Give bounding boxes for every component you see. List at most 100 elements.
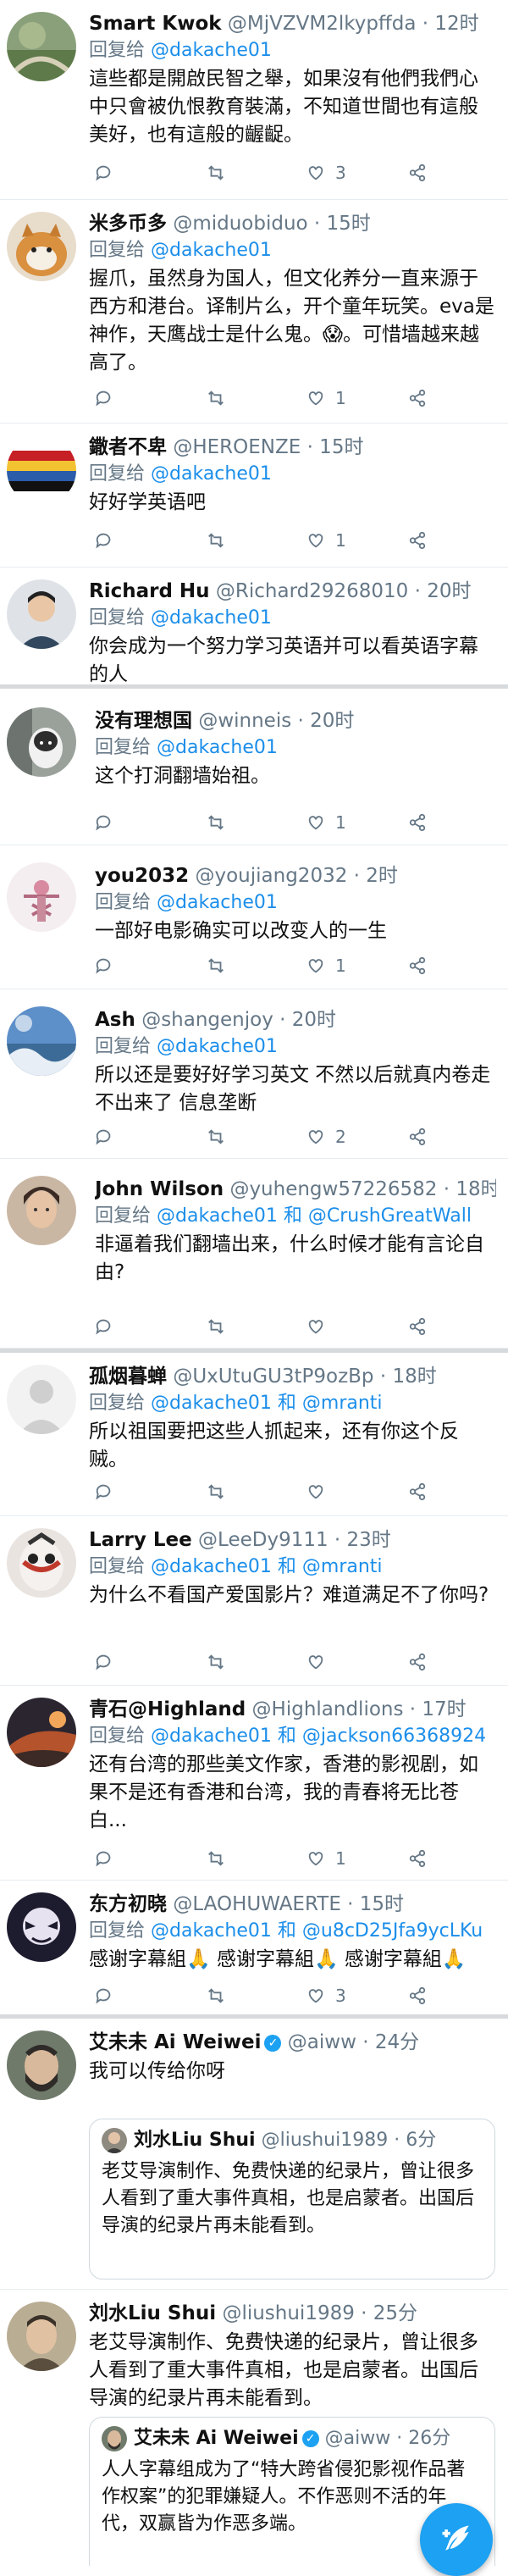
avatar[interactable] xyxy=(7,212,76,281)
reply-button[interactable] xyxy=(95,1313,124,1340)
author-handle[interactable]: @miduobiduo xyxy=(173,213,307,235)
reply-button[interactable] xyxy=(95,1845,124,1872)
timestamp[interactable]: · 15时 xyxy=(314,213,371,235)
retweet-button[interactable] xyxy=(207,527,235,554)
author-handle[interactable]: @MjVZVM2lkypffda xyxy=(228,13,417,35)
author-handle[interactable]: @LeeDy9111 xyxy=(198,1529,329,1551)
mention-link[interactable]: @dakache01 xyxy=(151,40,272,61)
like-button[interactable]: 1 xyxy=(306,527,346,554)
avatar[interactable] xyxy=(7,1698,76,1767)
reply-button[interactable] xyxy=(95,385,124,412)
tweet[interactable]: 东方初晓 @LAOHUWAERTE · 15时 回复给 @dakache01 和… xyxy=(0,1881,508,2014)
tweet[interactable]: John Wilson @yuhengw57226582 · 18时 回复给 @… xyxy=(0,1159,508,1349)
compose-tweet-button[interactable] xyxy=(420,2503,493,2576)
mention-link[interactable]: @mranti xyxy=(302,1393,383,1414)
mention-link[interactable]: @mranti xyxy=(302,1556,383,1577)
mention-link[interactable]: @dakache01 xyxy=(151,1920,272,1942)
like-button[interactable]: 1 xyxy=(306,952,346,979)
avatar[interactable] xyxy=(7,12,76,81)
reply-button[interactable] xyxy=(95,1123,124,1150)
author-handle[interactable]: @winneis xyxy=(198,710,291,732)
avatar[interactable] xyxy=(7,1528,76,1598)
tweet[interactable]: 鏾者不卑 @HEROENZE · 15时 回复给 @dakache01 好好学英… xyxy=(0,424,508,568)
share-button[interactable] xyxy=(408,1313,427,1340)
mention-link[interactable]: @dakache01 xyxy=(157,892,278,913)
avatar[interactable] xyxy=(7,2302,76,2371)
author-handle[interactable]: @youjiang2032 xyxy=(196,865,348,887)
author-name[interactable]: Smart Kwok xyxy=(89,13,222,35)
mention-link[interactable]: @dakache01 xyxy=(151,607,272,629)
tweet[interactable]: 青石@Highland @Highlandlions · 17时 回复给 @da… xyxy=(0,1686,508,1881)
reply-button[interactable] xyxy=(95,1648,124,1676)
mention-link[interactable]: @u8cD25Jfa9ycLKu xyxy=(302,1920,483,1942)
author-handle[interactable]: @aiww xyxy=(288,2031,356,2053)
quote-tweet[interactable]: 艾未未 Ai Weiwei ✓ @aiww · 24分 我可以传给你呀 刘水Liu… xyxy=(0,2019,508,2290)
timestamp[interactable]: · 18时 xyxy=(380,1366,437,1388)
avatar[interactable] xyxy=(7,862,76,932)
author-name[interactable]: Richard Hu xyxy=(89,580,210,602)
author-handle[interactable]: @liushui1989 xyxy=(222,2302,354,2324)
author-name[interactable]: you2032 xyxy=(95,865,189,887)
retweet-button[interactable] xyxy=(207,1123,235,1150)
quoted-tweet-card[interactable]: 刘水Liu Shui @liushui1989 · 6分 老艾导演制作、免费快递… xyxy=(89,2119,495,2280)
author-name[interactable]: 东方初晓 xyxy=(89,1893,167,1915)
share-button[interactable] xyxy=(408,1123,427,1150)
timestamp[interactable]: · 18时 xyxy=(444,1178,496,1200)
retweet-button[interactable] xyxy=(207,159,235,186)
retweet-button[interactable] xyxy=(207,952,235,979)
avatar[interactable] xyxy=(7,435,76,505)
retweet-button[interactable] xyxy=(207,385,235,412)
share-button[interactable] xyxy=(408,1845,427,1872)
mention-link[interactable]: @dakache01 xyxy=(157,1205,278,1227)
like-button[interactable]: 1 xyxy=(306,385,346,412)
tweet[interactable]: Richard Hu @Richard29268010 · 20时 回复给 @d… xyxy=(0,568,508,684)
author-name[interactable]: Larry Lee xyxy=(89,1529,192,1551)
share-button[interactable] xyxy=(408,385,427,412)
mention-link[interactable]: @dakache01 xyxy=(151,1726,272,1747)
like-button[interactable]: 2 xyxy=(306,1123,346,1150)
reply-button[interactable] xyxy=(95,1982,124,2009)
tweet[interactable]: 没有理想国 @winneis · 20时 回复给 @dakache01 这个打洞… xyxy=(0,689,508,845)
avatar[interactable] xyxy=(7,2030,76,2100)
mention-link[interactable]: @dakache01 xyxy=(151,240,272,261)
avatar[interactable] xyxy=(7,579,76,649)
author-name[interactable]: 青石@Highland xyxy=(89,1698,246,1720)
avatar[interactable] xyxy=(7,1365,76,1434)
share-button[interactable] xyxy=(408,809,427,836)
timestamp[interactable]: · 20时 xyxy=(415,580,472,602)
retweet-button[interactable] xyxy=(207,1648,235,1676)
timestamp[interactable]: · 17时 xyxy=(410,1698,467,1720)
reply-button[interactable] xyxy=(95,809,124,836)
reply-button[interactable] xyxy=(95,1478,124,1505)
like-button[interactable]: 3 xyxy=(306,1982,346,2009)
like-button[interactable] xyxy=(306,1313,335,1340)
tweet[interactable]: Ash @shangenjoy · 20时 回复给 @dakache01 所以还… xyxy=(0,989,508,1159)
tweet[interactable]: Smart Kwok @MjVZVM2lkypffda · 12时 回复给 @d… xyxy=(0,0,508,200)
tweet[interactable]: Larry Lee @LeeDy9111 · 23时 回复给 @dakache0… xyxy=(0,1516,508,1686)
timestamp[interactable]: · 20时 xyxy=(279,1009,336,1031)
author-name[interactable]: 孤烟暮蝉 xyxy=(89,1366,167,1388)
avatar[interactable] xyxy=(7,1006,76,1076)
author-name[interactable]: 没有理想国 xyxy=(95,710,192,732)
author-name[interactable]: Ash xyxy=(95,1009,135,1031)
retweet-button[interactable] xyxy=(207,1845,235,1872)
timestamp[interactable]: · 25分 xyxy=(361,2302,417,2324)
author-handle[interactable]: @Richard29268010 xyxy=(216,580,408,602)
like-button[interactable]: 1 xyxy=(306,809,346,836)
reply-button[interactable] xyxy=(95,952,124,979)
author-handle[interactable]: @UxUtuGU3tP9ozBp xyxy=(173,1366,373,1388)
timestamp[interactable]: · 20时 xyxy=(298,710,355,732)
author-name[interactable]: 艾未未 Ai Weiwei xyxy=(89,2031,261,2053)
mention-link[interactable]: @dakache01 xyxy=(157,737,278,758)
reply-button[interactable] xyxy=(95,527,124,554)
timestamp[interactable]: · 24分 xyxy=(362,2031,419,2053)
tweet[interactable]: 米多币多 @miduobiduo · 15时 回复给 @dakache01 握爪… xyxy=(0,200,508,424)
mention-link[interactable]: @CrushGreatWall xyxy=(308,1205,472,1227)
timestamp[interactable]: · 15时 xyxy=(307,436,364,458)
tweet[interactable]: 孤烟暮蝉 @UxUtuGU3tP9ozBp · 18时 回复给 @dakache… xyxy=(0,1353,508,1516)
share-button[interactable] xyxy=(408,527,427,554)
author-handle[interactable]: @Highlandlions xyxy=(252,1698,404,1720)
author-handle[interactable]: @shangenjoy xyxy=(141,1009,273,1031)
author-name[interactable]: 米多币多 xyxy=(89,213,167,235)
retweet-button[interactable] xyxy=(207,1478,235,1505)
